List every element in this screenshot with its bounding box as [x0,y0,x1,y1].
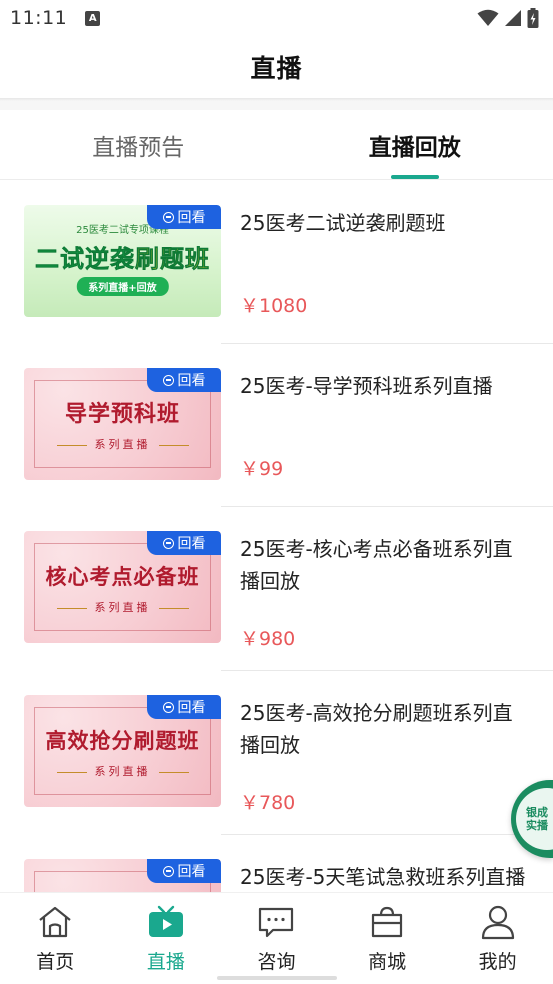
course-thumbnail: 25医考二试专项课程 二试逆袭刷题班 系列直播+回放 回看 [24,205,221,317]
nav-label: 咨询 [257,951,296,973]
course-price: ￥980 [240,628,296,650]
notification-icon: A [85,10,101,26]
minus-circle-icon [162,537,174,549]
shopping-bag-icon [367,902,407,942]
brand-line: 银成 [526,806,548,819]
nav-label: 我的 [478,951,517,973]
chat-icon [256,902,296,942]
badge-label: 回看 [177,536,206,552]
nav-item-live[interactable]: 直播 [111,893,222,984]
nav-item-consult[interactable]: 咨询 [221,893,332,984]
home-indicator [216,976,337,980]
page-title: 直播 [250,54,303,83]
replay-badge: 回看 [147,531,221,555]
replay-badge: 回看 [147,859,221,883]
thumb-pill: 系列直播+回放 [76,277,169,296]
thumb-main-text: 核心考点必备班 [45,564,200,589]
tab-label: 直播回放 [368,134,461,161]
nav-label: 首页 [36,951,75,973]
replay-badge: 回看 [147,205,221,229]
status-icons [477,8,539,28]
profile-icon [478,902,518,942]
thumb-sub-text: 系列直播 [24,599,221,615]
course-item[interactable]: 高效抢分刷题班 系列直播 回看 25医考-高效抢分刷题班系列直播回放 ￥780 [0,671,553,835]
course-thumbnail: 导学预科班 系列直播 回看 [24,368,221,480]
course-item[interactable]: 回看 25医考-5天笔试急救班系列直播回放 [0,835,553,892]
course-thumbnail: 高效抢分刷题班 系列直播 回看 [24,695,221,807]
course-item[interactable]: 25医考二试专项课程 二试逆袭刷题班 系列直播+回放 回看 25医考二试逆袭刷题… [0,181,553,344]
course-price: ￥99 [240,458,284,480]
course-title: 25医考-核心考点必备班系列直播回放 [240,537,513,593]
tab-label: 直播预告 [92,134,185,161]
course-title: 25医考-5天笔试急救班系列直播回放 [240,865,526,889]
wifi-icon [477,9,499,26]
nav-item-profile[interactable]: 我的 [442,893,553,984]
course-item[interactable]: 核心考点必备班 系列直播 回看 25医考-核心考点必备班系列直播回放 ￥980 [0,507,553,671]
thumb-main-part: 刷题班 [135,245,210,274]
brand-logo-icon: 银成 实播 [516,788,553,850]
thumb-sub-text: 系列直播 [24,436,221,452]
course-list[interactable]: 25医考二试专项课程 二试逆袭刷题班 系列直播+回放 回看 25医考二试逆袭刷题… [0,181,553,892]
thumb-main-text: 高效抢分刷题班 [45,728,200,753]
course-price: ￥780 [240,792,296,814]
course-thumbnail: 核心考点必备班 系列直播 回看 [24,531,221,643]
nav-label: 直播 [146,951,185,973]
thumb-main-part: 二试逆袭 [35,245,135,274]
live-tabs: 直播预告 直播回放 [0,110,553,180]
badge-label: 回看 [177,210,206,226]
battery-icon [527,8,539,28]
course-price: ￥1080 [240,295,308,317]
tab-live-preview[interactable]: 直播预告 [0,110,277,179]
badge-label: 回看 [177,700,206,716]
thumb-main-text: 导学预科班 [64,401,180,427]
tab-active-indicator [390,175,439,179]
minus-circle-icon [162,374,174,386]
minus-circle-icon [162,701,174,713]
status-bar: 11:11 A [0,0,553,36]
brand-line: 实播 [526,819,548,832]
badge-label: 回看 [177,373,206,389]
course-thumbnail: 回看 [24,859,221,892]
nav-label: 商城 [368,951,407,973]
minus-circle-icon [162,865,174,877]
title-bar: 直播 [0,36,553,98]
nav-item-mall[interactable]: 商城 [332,893,443,984]
course-title: 25医考-导学预科班系列直播 [240,374,493,398]
home-icon [35,902,75,942]
badge-label: 回看 [177,864,206,880]
live-tv-icon [146,902,186,942]
thumb-sub-text: 系列直播 [24,763,221,779]
header-divider [0,98,553,110]
thumb-main-text: 二试逆袭刷题班 [24,239,221,274]
status-time: 11:11 [10,7,68,29]
nav-item-home[interactable]: 首页 [0,893,111,984]
course-item[interactable]: 导学预科班 系列直播 回看 25医考-导学预科班系列直播 ￥99 [0,344,553,507]
replay-badge: 回看 [147,368,221,392]
course-title: 25医考二试逆袭刷题班 [240,211,446,235]
bottom-nav: 首页 直播 咨询 商城 我的 [0,892,553,984]
course-title: 25医考-高效抢分刷题班系列直播回放 [240,701,513,757]
replay-badge: 回看 [147,695,221,719]
minus-circle-icon [162,211,174,223]
signal-icon [505,10,521,26]
tab-live-replay[interactable]: 直播回放 [277,110,553,179]
